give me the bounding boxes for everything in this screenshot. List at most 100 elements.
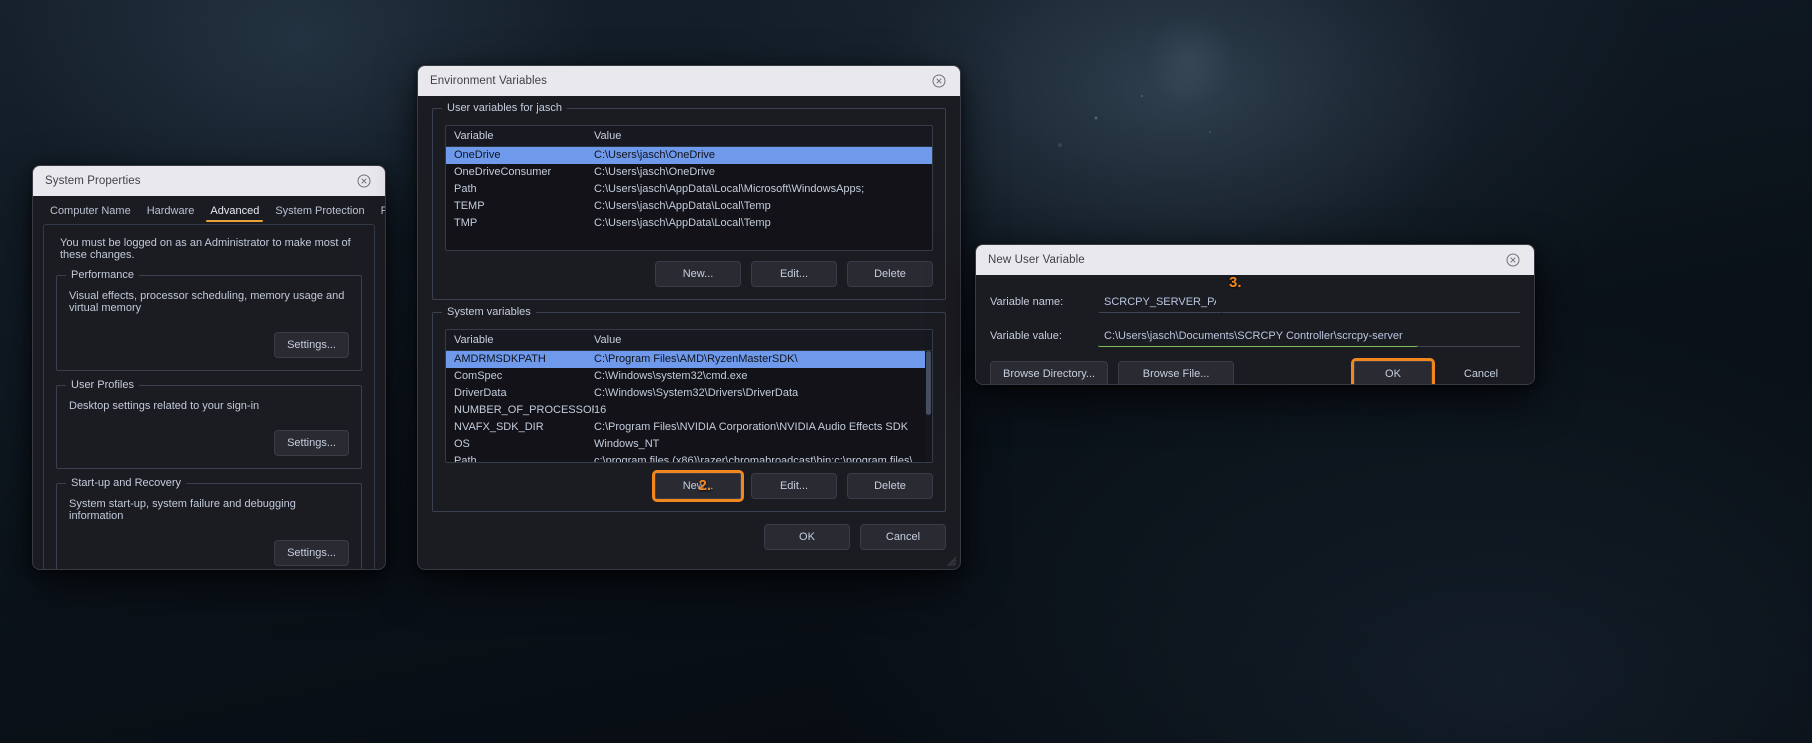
tab-system-protection[interactable]: System Protection [268, 202, 371, 222]
system-properties-titlebar: System Properties [33, 166, 385, 196]
table-row[interactable]: NUMBER_OF_PROCESSORS 16 [446, 402, 932, 419]
cell-value: C:\Users\jasch\OneDrive [594, 149, 716, 161]
system-variables-buttons: 2. New... Edit... Delete [445, 470, 933, 502]
new-user-variable-title: New User Variable [988, 254, 1085, 266]
cell-variable: TEMP [454, 200, 485, 212]
step-marker-4: 4. [1317, 381, 1330, 384]
table-row[interactable]: OS Windows_NT [446, 436, 932, 453]
variable-name-row: Variable name: [990, 291, 1520, 313]
variable-value-label: Variable value: [990, 330, 1062, 342]
system-col-value: Value [594, 334, 622, 346]
cell-variable: OneDriveConsumer [454, 166, 552, 178]
system-variables-group: System variables Variable Value AMDRMSDK… [432, 306, 946, 512]
cell-value: C:\Windows\system32\cmd.exe [594, 370, 748, 382]
new-user-variable-ok-button[interactable]: OK [1351, 358, 1435, 384]
environment-variables-dialog: Environment Variables User variables for… [417, 65, 961, 570]
user-variables-buttons: New... Edit... Delete [445, 261, 933, 287]
system-properties-tabs: Computer Name Hardware Advanced System P… [33, 196, 385, 222]
table-row[interactable]: Path C:\Users\jasch\AppData\Local\Micros… [446, 181, 932, 198]
variable-value-row: Variable value: [990, 325, 1520, 347]
table-row[interactable]: TEMP C:\Users\jasch\AppData\Local\Temp [446, 198, 932, 215]
environment-variables-ok-button[interactable]: OK [764, 524, 850, 550]
environment-variables-cancel-button[interactable]: Cancel [860, 524, 946, 550]
user-variables-header: Variable Value [446, 126, 932, 147]
table-row[interactable]: NVAFX_SDK_DIR C:\Program Files\NVIDIA Co… [446, 419, 932, 436]
table-row[interactable]: ComSpec C:\Windows\system32\cmd.exe [446, 368, 932, 385]
system-variables-legend: System variables [442, 306, 536, 318]
cell-variable: AMDRMSDKPATH [454, 353, 546, 365]
table-row[interactable]: AMDRMSDKPATH C:\Program Files\AMD\RyzenM… [446, 351, 932, 368]
variable-value-input[interactable] [1098, 325, 1418, 347]
user-delete-button[interactable]: Delete [847, 261, 933, 287]
close-circle-icon[interactable] [355, 172, 373, 190]
cell-value: 16 [594, 404, 607, 416]
system-col-variable: Variable [454, 334, 494, 346]
startup-recovery-group-title: Start-up and Recovery [66, 477, 187, 489]
resize-grip-icon[interactable] [947, 557, 957, 567]
startup-recovery-settings-button[interactable]: Settings... [274, 540, 349, 566]
performance-group: Performance Visual effects, processor sc… [56, 269, 362, 371]
desktop-wallpaper: System Properties Computer Name Hardware… [0, 0, 1812, 743]
cell-value: C:\Users\jasch\AppData\Local\Microsoft\W… [594, 183, 865, 195]
environment-variables-body: User variables for jasch Variable Value … [418, 96, 960, 512]
tab-computer-name[interactable]: Computer Name [43, 202, 138, 222]
environment-variables-footer: OK Cancel [418, 518, 960, 560]
variable-name-input[interactable] [1098, 291, 1222, 313]
tab-remote[interactable]: Remote [374, 202, 385, 222]
administrator-hint: You must be logged on as an Administrato… [60, 237, 351, 261]
user-variables-group: User variables for jasch Variable Value … [432, 102, 946, 300]
cell-variable: OneDrive [454, 149, 501, 161]
cell-variable: NVAFX_SDK_DIR [454, 421, 544, 433]
user-profiles-settings-button[interactable]: Settings... [274, 430, 349, 456]
cell-variable: TMP [454, 217, 478, 229]
browse-file-button[interactable]: Browse File... [1118, 361, 1235, 384]
browse-directory-button[interactable]: Browse Directory... [990, 361, 1109, 384]
new-user-variable-dialog: New User Variable 3. Variable name: Vari… [975, 244, 1535, 385]
table-row[interactable]: Path c:\program files (x86)\razer\chroma… [446, 453, 932, 462]
user-variables-list[interactable]: Variable Value OneDrive C:\Users\jasch\O… [445, 125, 933, 251]
system-edit-button[interactable]: Edit... [751, 473, 837, 499]
user-new-button[interactable]: New... [655, 261, 741, 287]
new-user-variable-titlebar: New User Variable [976, 245, 1534, 275]
user-profiles-description: Desktop settings related to your sign-in [69, 400, 260, 412]
startup-recovery-group: Start-up and Recovery System start-up, s… [56, 477, 362, 569]
table-row[interactable]: OneDriveConsumer C:\Users\jasch\OneDrive [446, 164, 932, 181]
system-delete-button[interactable]: Delete [847, 473, 933, 499]
system-variables-list[interactable]: Variable Value AMDRMSDKPATH C:\Program F… [445, 329, 933, 463]
tab-hardware[interactable]: Hardware [140, 202, 202, 222]
variable-name-label: Variable name: [990, 296, 1064, 308]
startup-recovery-description: System start-up, system failure and debu… [69, 498, 296, 522]
system-variables-header: Variable Value [446, 330, 932, 351]
cell-variable: Path [454, 183, 477, 195]
table-row[interactable]: OneDrive C:\Users\jasch\OneDrive [446, 147, 932, 164]
cell-value: C:\Users\jasch\OneDrive [594, 166, 716, 178]
cell-value: C:\Windows\System32\Drivers\DriverData [594, 387, 799, 399]
close-circle-icon[interactable] [1504, 251, 1522, 269]
user-col-variable: Variable [454, 130, 494, 142]
tab-advanced[interactable]: Advanced [203, 202, 266, 222]
cell-value: C:\Users\jasch\AppData\Local\Temp [594, 200, 771, 212]
advanced-tab-panel: You must be logged on as an Administrato… [43, 224, 375, 569]
new-user-variable-buttons: Browse Directory... Browse File... 4. OK… [990, 358, 1520, 384]
scrollbar-thumb[interactable] [926, 351, 931, 416]
performance-description: Visual effects, processor scheduling, me… [69, 290, 345, 314]
cell-variable: OS [454, 438, 470, 450]
environment-variables-titlebar: Environment Variables [418, 66, 960, 96]
performance-settings-button[interactable]: Settings... [274, 332, 349, 358]
new-user-variable-body: 3. Variable name: Variable value: Browse… [976, 274, 1534, 384]
step-marker-2: 2. [698, 477, 711, 494]
close-circle-icon[interactable] [930, 72, 948, 90]
cell-value: C:\Program Files\AMD\RyzenMasterSDK\ [594, 353, 798, 365]
table-row[interactable]: TMP C:\Users\jasch\AppData\Local\Temp [446, 215, 932, 232]
table-row[interactable]: DriverData C:\Windows\System32\Drivers\D… [446, 385, 932, 402]
new-user-variable-cancel-button[interactable]: Cancel [1442, 361, 1520, 384]
user-variables-legend: User variables for jasch [442, 102, 567, 114]
user-col-value: Value [594, 130, 622, 142]
cell-value: C:\Users\jasch\AppData\Local\Temp [594, 217, 771, 229]
user-edit-button[interactable]: Edit... [751, 261, 837, 287]
cell-variable: NUMBER_OF_PROCESSORS [454, 404, 594, 416]
cell-variable: ComSpec [454, 370, 503, 382]
cell-value: Windows_NT [594, 438, 660, 450]
system-variables-scrollbar[interactable] [925, 351, 932, 462]
variable-value-underline-ext [1418, 346, 1520, 347]
